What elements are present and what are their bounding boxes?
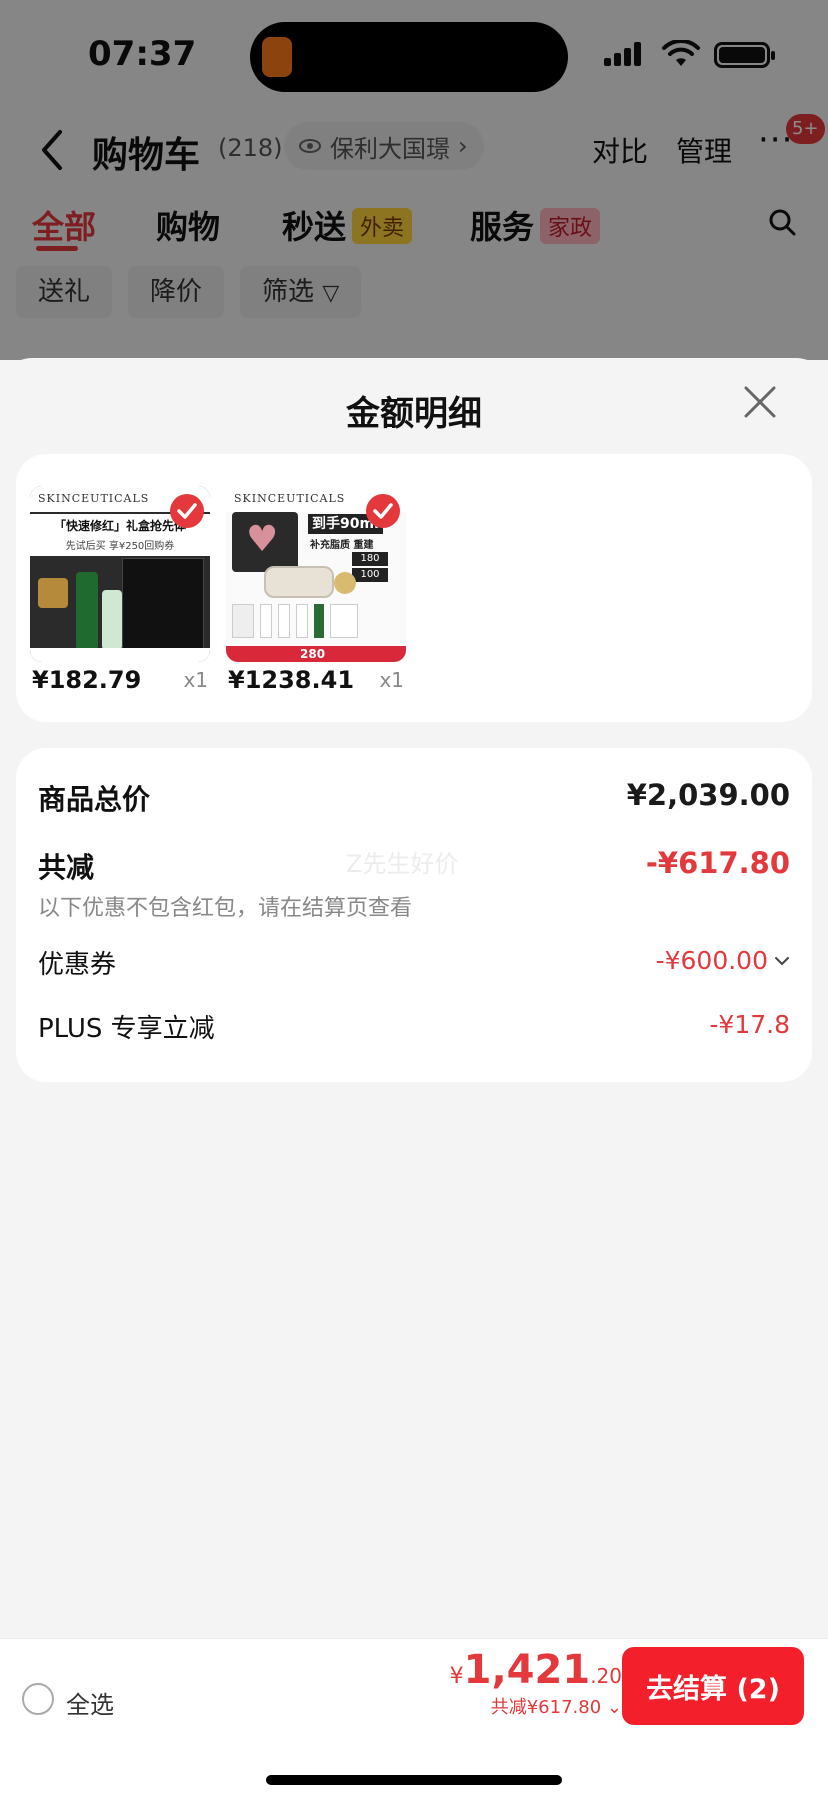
plus-discount-value: -¥17.8: [709, 1010, 790, 1039]
saved-amount: 共减¥617.80: [490, 1697, 602, 1718]
total-price-label: 商品总价: [38, 783, 151, 816]
banner-amount: 280: [300, 647, 326, 661]
selected-check-icon: [366, 494, 400, 528]
coupon-value: -¥600.00: [655, 946, 768, 975]
product-qty: x1: [379, 668, 404, 692]
products-card: SKINCEUTICALS 「快速修红」礼盒抢先体 先试后买 享¥250回购券 …: [16, 454, 812, 722]
total-integer: 1,421: [463, 1647, 591, 1693]
plus-discount-label: PLUS 专享立减: [38, 1014, 215, 1044]
promo-subtext: 补充脂质 重建: [310, 540, 374, 551]
coupon-label: 优惠券: [38, 950, 117, 980]
gold-badge: [38, 578, 68, 608]
total-block[interactable]: ¥1,421.20 共减¥617.80 ⌄: [450, 1647, 622, 1719]
heart-icon: ♥: [246, 519, 279, 560]
bottom-banner: 280: [226, 646, 406, 662]
product-image: SKINCEUTICALS ♥ 到手90ml 补充脂质 重建 180 100 2…: [226, 486, 406, 662]
gift-box: [122, 558, 204, 654]
serum-dropper-bottle: [102, 590, 122, 650]
selected-check-icon: [170, 494, 204, 528]
serum-bottle-green: [76, 572, 98, 650]
price-summary-card: 商品总价 ¥2,039.00 共减 Z先生好价 -¥617.80 以下优惠不包含…: [16, 748, 812, 1082]
product-image: SKINCEUTICALS 「快速修红」礼盒抢先体 先试后买 享¥250回购券: [30, 486, 210, 662]
gold-coin: [334, 572, 356, 594]
checkout-button[interactable]: 去结算 (2): [622, 1647, 804, 1725]
discount-note: 以下优惠不包含红包，请在结算页查看: [38, 896, 413, 921]
heart-box: ♥: [232, 512, 298, 572]
price-chip-100: 100: [352, 568, 388, 582]
promo-subtext: 先试后买 享¥250回购券: [30, 538, 210, 556]
dim-overlay[interactable]: [0, 0, 828, 360]
cream-jar: [264, 566, 334, 598]
home-indicator: [266, 1775, 562, 1785]
currency-symbol: ¥: [449, 1664, 464, 1689]
product-item[interactable]: SKINCEUTICALS ♥ 到手90ml 补充脂质 重建 180 100 2…: [226, 486, 406, 696]
total-decimal: .20: [590, 1664, 622, 1688]
chevron-down-icon: ⌄: [606, 1697, 622, 1718]
price-chip-180: 180: [352, 552, 388, 566]
discount-label: 共减: [38, 851, 95, 884]
chevron-down-icon: [775, 956, 789, 965]
coupon-row-toggle[interactable]: -¥600.00: [656, 946, 790, 975]
product-item[interactable]: SKINCEUTICALS 「快速修红」礼盒抢先体 先试后买 享¥250回购券 …: [30, 486, 210, 696]
select-all-label[interactable]: 全选: [66, 1685, 114, 1720]
total-price-value: ¥2,039.00: [626, 778, 790, 812]
discount-value: -¥617.80: [645, 846, 790, 880]
product-price: ¥1238.41: [228, 666, 355, 694]
footer-strip: [30, 648, 210, 662]
product-price: ¥182.79: [32, 666, 142, 694]
sheet-title: 金额明细: [346, 394, 482, 434]
amount-detail-sheet: 金额明细 SKINCEUTICALS 「快速修红」礼盒抢先体 先试后买 享¥25…: [0, 358, 828, 1638]
product-qty: x1: [183, 668, 208, 692]
mini-jars: [232, 604, 392, 638]
close-icon[interactable]: [740, 382, 780, 422]
select-all-radio[interactable]: [22, 1683, 54, 1715]
watermark-text: Z先生好价: [346, 850, 459, 878]
checkout-bar: 全选 ¥1,421.20 共减¥617.80 ⌄ 去结算 (2): [0, 1638, 828, 1795]
